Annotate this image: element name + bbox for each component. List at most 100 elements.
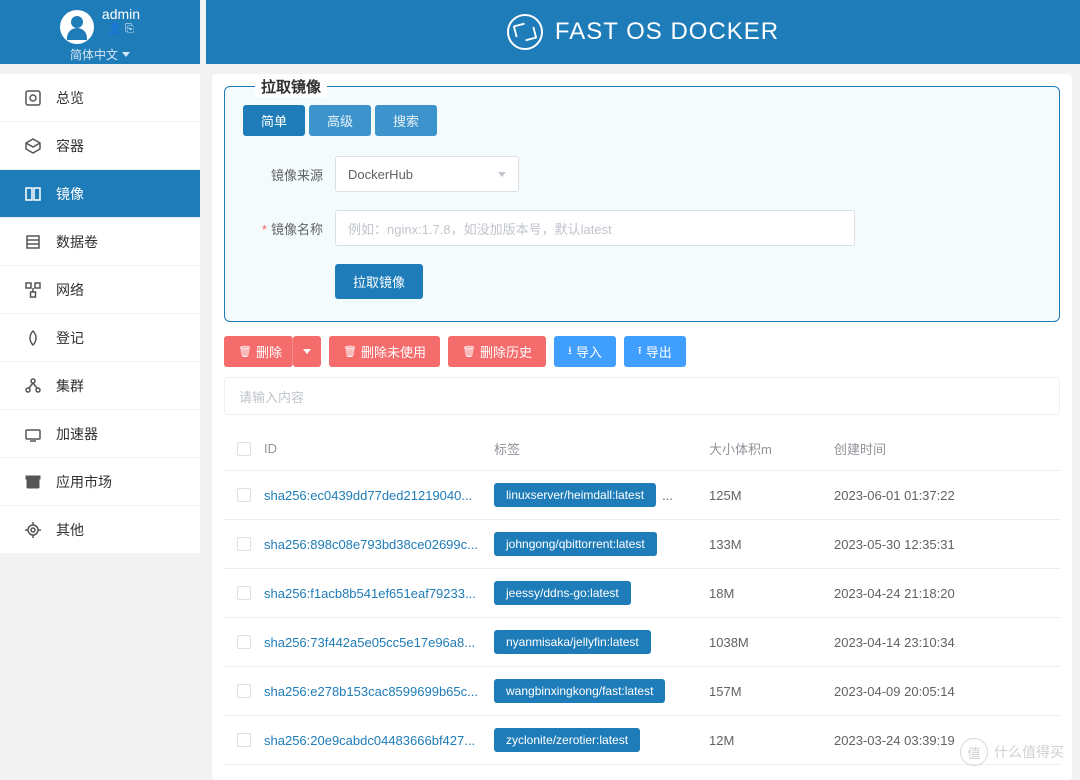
sidebar-item-label: 总览: [56, 88, 84, 108]
name-label: *镜像名称: [243, 219, 323, 238]
image-id-link[interactable]: sha256:20e9cabdc04483666bf427...: [264, 733, 494, 748]
sidebar-item-label: 应用市场: [56, 472, 112, 492]
pull-image-button[interactable]: 拉取镜像: [335, 264, 423, 299]
image-size: 12M: [709, 733, 834, 748]
chevron-down-icon: [498, 172, 506, 177]
app-title: FAST OS DOCKER: [555, 18, 779, 46]
import-button[interactable]: ⭳导入: [554, 336, 616, 367]
source-value: DockerHub: [348, 167, 413, 182]
sidebar-item-label: 数据卷: [56, 232, 98, 252]
volumes-icon: [24, 233, 42, 251]
image-id-link[interactable]: sha256:73f442a5e05cc5e17e96a8...: [264, 635, 494, 650]
pull-image-panel: 拉取镜像 简单 高级 搜索 镜像来源 DockerHub *镜像名称 例如：ng…: [224, 86, 1060, 322]
image-tag: wangbinxingkong/fast:latest: [494, 679, 665, 703]
accelerator-icon: [24, 425, 42, 443]
sidebar-item-cluster[interactable]: 集群: [0, 362, 200, 409]
trash-icon: 🗑: [238, 345, 252, 358]
sidebar-item-label: 集群: [56, 376, 84, 396]
row-checkbox[interactable]: [237, 635, 251, 649]
table-row: sha256:898c08e793bd38ce02699c...johngong…: [224, 520, 1060, 569]
search-input[interactable]: 请输入内容: [224, 377, 1060, 415]
image-id-link[interactable]: sha256:ec0439dd77ded21219040...: [264, 488, 494, 503]
sidebar-item-networks[interactable]: 网络: [0, 266, 200, 313]
header-tags: 标签: [494, 439, 709, 458]
source-select[interactable]: DockerHub: [335, 156, 519, 192]
image-time: 2023-03-24 03:39:19: [834, 733, 1060, 748]
image-time: 2023-05-30 12:35:31: [834, 537, 1060, 552]
network-icon: [24, 281, 42, 299]
trash-icon: 🗑: [343, 345, 357, 358]
table-row: sha256:ec0439dd77ded21219040...linuxserv…: [224, 471, 1060, 520]
sidebar-item-overview[interactable]: 总览: [0, 74, 200, 121]
image-tag: jeessy/ddns-go:latest: [494, 581, 631, 605]
sidebar-item-other[interactable]: 其他: [0, 506, 200, 553]
avatar-icon: [60, 10, 94, 44]
sidebar-item-label: 其他: [56, 520, 84, 540]
image-size: 18M: [709, 586, 834, 601]
delete-unused-button[interactable]: 🗑删除未使用: [329, 336, 440, 367]
user-action-icons[interactable]: 👤 ⎘: [102, 22, 140, 36]
sidebar-item-label: 容器: [56, 136, 84, 156]
sidebar-item-images[interactable]: 镜像: [0, 170, 200, 217]
header-size: 大小体积m: [709, 439, 834, 458]
row-checkbox[interactable]: [237, 537, 251, 551]
images-table: ID 标签 大小体积m 创建时间 sha256:ec0439dd77ded212…: [224, 427, 1060, 765]
chevron-down-icon: [303, 349, 311, 354]
row-checkbox[interactable]: [237, 488, 251, 502]
sidebar-item-market[interactable]: 应用市场: [0, 458, 200, 505]
image-name-input[interactable]: 例如：nginx:1.7.8，如没加版本号，默认latest: [335, 210, 855, 246]
user-panel: admin 👤 ⎘ 简体中文: [0, 0, 200, 64]
delete-button[interactable]: 🗑删除: [224, 336, 293, 367]
user-name: admin: [102, 6, 140, 22]
app-header: FAST OS DOCKER: [206, 0, 1080, 64]
image-time: 2023-06-01 01:37:22: [834, 488, 1060, 503]
image-size: 133M: [709, 537, 834, 552]
sidebar-item-containers[interactable]: 容器: [0, 122, 200, 169]
sidebar-item-label: 镜像: [56, 184, 84, 204]
image-tag: zyclonite/zerotier:latest: [494, 728, 640, 752]
download-icon: ⭳: [568, 342, 572, 361]
table-header-row: ID 标签 大小体积m 创建时间: [224, 427, 1060, 471]
header-id: ID: [264, 441, 494, 456]
sidebar-item-accelerator[interactable]: 加速器: [0, 410, 200, 457]
image-id-link[interactable]: sha256:f1acb8b541ef651eaf79233...: [264, 586, 494, 601]
image-id-link[interactable]: sha256:e278b153cac8599699b65c...: [264, 684, 494, 699]
row-checkbox[interactable]: [237, 586, 251, 600]
logo-icon: [507, 14, 543, 50]
sidebar-item-label: 加速器: [56, 424, 98, 444]
image-size: 125M: [709, 488, 834, 503]
overview-icon: [24, 89, 42, 107]
language-switcher[interactable]: 简体中文: [0, 46, 200, 63]
image-time: 2023-04-24 21:18:20: [834, 586, 1060, 601]
tab-advanced[interactable]: 高级: [309, 105, 371, 136]
table-row: sha256:73f442a5e05cc5e17e96a8...nyanmisa…: [224, 618, 1060, 667]
trash-icon: 🗑: [462, 345, 476, 358]
row-checkbox[interactable]: [237, 684, 251, 698]
sidebar-item-label: 网络: [56, 280, 84, 300]
gear-icon: [24, 521, 42, 539]
sidebar-item-volumes[interactable]: 数据卷: [0, 218, 200, 265]
tab-simple[interactable]: 简单: [243, 105, 305, 136]
more-tags[interactable]: ...: [662, 488, 673, 503]
image-tag: linuxserver/heimdall:latest: [494, 483, 656, 507]
image-size: 1038M: [709, 635, 834, 650]
sidebar-item-registry[interactable]: 登记: [0, 314, 200, 361]
container-icon: [24, 137, 42, 155]
registry-icon: [24, 329, 42, 347]
image-id-link[interactable]: sha256:898c08e793bd38ce02699c...: [264, 537, 494, 552]
export-button[interactable]: ⭱导出: [624, 336, 686, 367]
delete-history-button[interactable]: 🗑删除历史: [448, 336, 546, 367]
image-time: 2023-04-09 20:05:14: [834, 684, 1060, 699]
select-all-checkbox[interactable]: [237, 442, 251, 456]
actions-bar: 🗑删除 🗑删除未使用 🗑删除历史 ⭳导入 ⭱导出: [224, 336, 1060, 367]
sidebar: 总览 容器 镜像 数据卷 网络 登记 集群 加速器 应用市场 其他: [0, 74, 200, 554]
row-checkbox[interactable]: [237, 733, 251, 747]
image-tag: johngong/qbittorrent:latest: [494, 532, 657, 556]
source-label: 镜像来源: [243, 165, 323, 184]
upload-icon: ⭱: [638, 342, 642, 361]
panel-tabs: 简单 高级 搜索: [243, 105, 1041, 136]
table-row: sha256:f1acb8b541ef651eaf79233...jeessy/…: [224, 569, 1060, 618]
table-row: sha256:20e9cabdc04483666bf427...zyclonit…: [224, 716, 1060, 765]
tab-search[interactable]: 搜索: [375, 105, 437, 136]
delete-dropdown[interactable]: [293, 336, 321, 367]
